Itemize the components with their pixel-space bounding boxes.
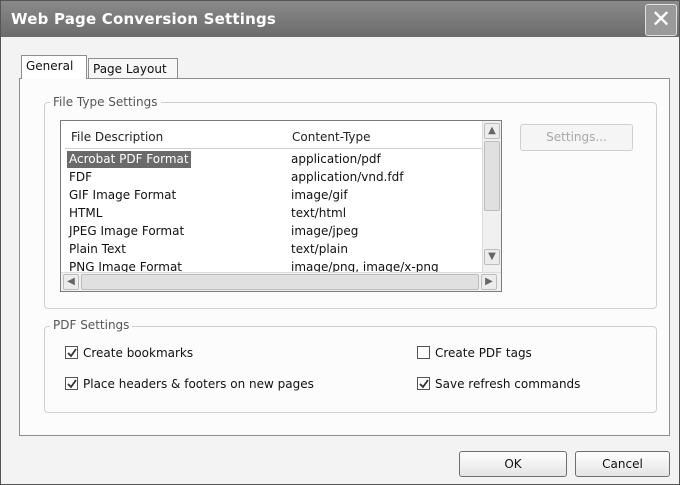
list-item[interactable]: JPEG Image Format image/jpeg (61, 223, 485, 240)
checkbox-box[interactable] (65, 346, 78, 359)
scroll-down-icon[interactable]: ▼ (484, 249, 500, 265)
checkbox-label: Create bookmarks (83, 346, 194, 360)
list-item[interactable]: HTML text/html (61, 205, 485, 222)
file-type-list[interactable]: File Description Content-Type Acrobat PD… (60, 120, 502, 292)
checkbox-label: Create PDF tags (435, 346, 532, 360)
cell-content-type: application/vnd.fdf (291, 170, 404, 184)
settings-button[interactable]: Settings... (520, 124, 633, 151)
pdf-settings-group (44, 326, 657, 413)
cell-description: GIF Image Format (69, 188, 177, 202)
list-item[interactable]: Acrobat PDF Format application/pdf (61, 151, 485, 168)
pdf-settings-legend: PDF Settings (50, 318, 133, 332)
window-title: Web Page Conversion Settings (11, 10, 277, 28)
header-divider (65, 148, 483, 149)
list-item[interactable]: FDF application/vnd.fdf (61, 169, 485, 186)
horizontal-scroll-thumb[interactable] (81, 274, 479, 290)
vertical-scrollbar[interactable]: ▲ ▼ (482, 121, 501, 273)
cell-description: HTML (69, 206, 103, 220)
tab-label: General (26, 59, 74, 73)
ok-button[interactable]: OK (459, 451, 567, 477)
checkbox-box[interactable] (65, 377, 78, 390)
tab-general[interactable]: General (21, 55, 87, 79)
cell-content-type: image/gif (291, 188, 348, 202)
tab-page-layout[interactable]: Page Layout (88, 58, 178, 78)
checkbox-box[interactable] (417, 346, 430, 359)
cell-content-type: text/html (291, 206, 347, 220)
tab-label: Page Layout (93, 62, 167, 76)
checkbox-label: Place headers & footers on new pages (83, 377, 314, 391)
cell-content-type: image/jpeg (291, 224, 359, 238)
scroll-right-icon[interactable]: ▶ (481, 274, 497, 290)
list-item[interactable]: GIF Image Format image/gif (61, 187, 485, 204)
scroll-left-icon[interactable]: ◀ (63, 274, 79, 290)
cell-description: Acrobat PDF Format (67, 151, 191, 168)
cell-description: FDF (69, 170, 93, 184)
cancel-button[interactable]: Cancel (575, 451, 670, 477)
vertical-scroll-thumb[interactable] (484, 141, 500, 211)
checkbox-box[interactable] (417, 377, 430, 390)
cell-content-type: text/plain (291, 242, 348, 256)
title-bar[interactable]: Web Page Conversion Settings ✕ (1, 1, 679, 37)
file-type-settings-legend: File Type Settings (50, 95, 161, 109)
horizontal-scrollbar[interactable]: ◀ ▶ (61, 272, 501, 291)
scroll-up-icon[interactable]: ▲ (484, 123, 500, 139)
checkbox-label: Save refresh commands (435, 377, 581, 391)
column-header-content-type[interactable]: Content-Type (292, 127, 371, 147)
column-header-file-description[interactable]: File Description (71, 127, 163, 147)
cell-description: JPEG Image Format (69, 224, 185, 238)
cell-content-type: application/pdf (291, 152, 381, 166)
cell-description: Plain Text (69, 242, 126, 256)
list-item[interactable]: Plain Text text/plain (61, 241, 485, 258)
close-icon[interactable]: ✕ (645, 4, 677, 36)
dialog-window: Web Page Conversion Settings ✕ General P… (0, 0, 680, 485)
